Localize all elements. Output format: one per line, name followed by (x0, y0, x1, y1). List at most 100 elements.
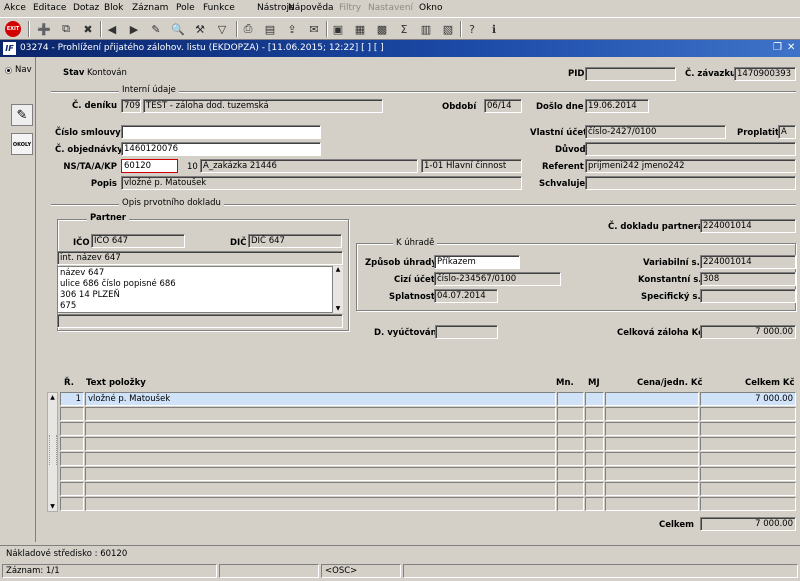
grid-cell-mj[interactable] (585, 437, 604, 451)
grid-cell-text[interactable] (85, 482, 556, 496)
denik-name-field[interactable]: TEST - záloha dod. tuzemská (143, 99, 383, 113)
grid-cell-mn[interactable] (557, 452, 584, 466)
menu-item[interactable]: Pole (176, 3, 195, 13)
export-icon[interactable]: ⇪ (284, 21, 300, 37)
help-icon[interactable]: ? (464, 21, 480, 37)
specificky-field[interactable] (700, 289, 796, 303)
grid-cell-cena[interactable] (605, 497, 699, 511)
grid-cell-cena[interactable] (605, 392, 699, 406)
next-icon[interactable]: ▶ (126, 21, 142, 37)
grid-cell-mn[interactable] (557, 392, 584, 406)
grid-cell-text[interactable] (85, 497, 556, 511)
grid-cell-r[interactable] (60, 437, 84, 451)
delete-record-icon[interactable]: ✖ (80, 21, 96, 37)
dic-field[interactable]: DIČ 647 (248, 234, 342, 248)
nav-radio[interactable] (5, 67, 12, 74)
variabilni-field[interactable]: 224001014 (700, 255, 796, 269)
exit-icon[interactable]: EXIT (4, 21, 22, 37)
vlastni-field[interactable]: číslo-2427/0100 (585, 125, 726, 139)
grid-cell-mn[interactable] (557, 497, 584, 511)
grid-cell-r[interactable] (60, 407, 84, 421)
grid-cell-r[interactable] (60, 482, 84, 496)
referent-field[interactable]: prijmeni242 jmeno242 (585, 159, 796, 173)
grid-scroll-thumb[interactable] (49, 435, 57, 465)
grid-cell-text[interactable] (85, 407, 556, 421)
grid-cell-cena[interactable] (605, 467, 699, 481)
smlouvy-field[interactable] (121, 125, 321, 139)
pid-field[interactable] (585, 67, 676, 81)
ns-field[interactable]: 60120 (121, 159, 178, 173)
grid-cell-cena[interactable] (605, 452, 699, 466)
scroll-up-icon[interactable]: ▲ (333, 266, 343, 274)
vyuctovani-field[interactable] (435, 325, 498, 339)
proplatit-field[interactable]: A (778, 125, 796, 139)
grid-cell-cena[interactable] (605, 437, 699, 451)
grid-cell-mn[interactable] (557, 407, 584, 421)
doslo-field[interactable]: 19.06.2014 (585, 99, 649, 113)
grid-cell-text[interactable] (85, 437, 556, 451)
grid-cell-celkem[interactable] (700, 497, 796, 511)
mail-icon[interactable]: ✉ (306, 21, 322, 37)
calculator-icon[interactable]: ▩ (374, 21, 390, 37)
grid-cell-r[interactable] (60, 497, 84, 511)
grid-cell-r[interactable] (60, 422, 84, 436)
grid-cell-cena[interactable] (605, 407, 699, 421)
konstantni-field[interactable]: 308 (700, 272, 796, 286)
int-nazev-field[interactable]: int. název 647 (57, 251, 343, 265)
partner-extra-field[interactable] (57, 314, 343, 328)
grid-cell-celkem[interactable] (700, 452, 796, 466)
insert-record-icon[interactable]: ➕ (36, 21, 52, 37)
popis-field[interactable]: vložné p. Matoušek (121, 176, 522, 190)
grid-cell-celkem[interactable] (700, 437, 796, 451)
previous-icon[interactable]: ◀ (104, 21, 120, 37)
a-field[interactable]: A_zakázka 21446 (200, 159, 418, 173)
filter-icon[interactable]: ▽ (214, 21, 230, 37)
splatnost-field[interactable]: 04.07.2014 (434, 289, 498, 303)
grid-cell-r[interactable]: 1 (60, 392, 84, 406)
notes-icon[interactable]: ▣ (330, 21, 346, 37)
menu-item[interactable]: Akce (4, 3, 26, 13)
grid-cell-text[interactable] (85, 422, 556, 436)
menu-item[interactable]: Záznam (132, 3, 168, 13)
edit-document-icon[interactable]: ✎ (11, 104, 33, 126)
grid-cell-mn[interactable] (557, 467, 584, 481)
duvod-field[interactable] (585, 142, 796, 156)
grid-cell-text[interactable] (85, 467, 556, 481)
table-icon[interactable]: ▥ (418, 21, 434, 37)
print-preview-icon[interactable]: ▤ (262, 21, 278, 37)
denik-field[interactable]: 709 (121, 99, 141, 113)
grid-cell-mj[interactable] (585, 407, 604, 421)
grid-cell-mn[interactable] (557, 422, 584, 436)
celkova-field[interactable]: 7 000.00 (700, 325, 796, 339)
calendar-icon[interactable]: ▦ (352, 21, 368, 37)
scroll-down-icon[interactable]: ▼ (333, 305, 343, 313)
grid-cell-mj[interactable] (585, 482, 604, 496)
grid-cell-celkem[interactable] (700, 422, 796, 436)
grid-scroll-down-icon[interactable]: ▼ (48, 502, 57, 511)
menu-item[interactable]: Dotaz (73, 3, 99, 13)
grid-cell-celkem[interactable] (700, 482, 796, 496)
grid-cell-mn[interactable] (557, 482, 584, 496)
grid-cell-mj[interactable] (585, 497, 604, 511)
tools-icon[interactable]: ⚒ (192, 21, 208, 37)
menu-item[interactable]: Nápověda (288, 3, 334, 13)
print-icon[interactable]: ⎙ (240, 21, 256, 37)
menu-item[interactable]: Editace (33, 3, 66, 13)
ico-field[interactable]: IČO 647 (91, 234, 185, 248)
menu-item[interactable]: Nastavení (368, 3, 413, 13)
grid-cell-mj[interactable] (585, 452, 604, 466)
grid-cell-text[interactable]: vložné p. Matoušek (85, 392, 556, 406)
grid-cell-celkem[interactable] (700, 407, 796, 421)
grid-cell-mj[interactable] (585, 467, 604, 481)
grid-cell-mn[interactable] (557, 437, 584, 451)
grid-cell-celkem[interactable] (700, 467, 796, 481)
grid-cell-mj[interactable] (585, 422, 604, 436)
address-scrollbar[interactable]: ▲ ▼ (332, 266, 343, 313)
objednavky-field[interactable]: 1460120076 (121, 142, 321, 156)
close-icon[interactable]: ✕ (787, 42, 795, 53)
chart-icon[interactable]: ▧ (440, 21, 456, 37)
kp-field[interactable]: 1-01 Hlavní činnost (421, 159, 522, 173)
grid-cell-r[interactable] (60, 467, 84, 481)
menu-item[interactable]: Okno (419, 3, 443, 13)
grid-cell-cena[interactable] (605, 422, 699, 436)
